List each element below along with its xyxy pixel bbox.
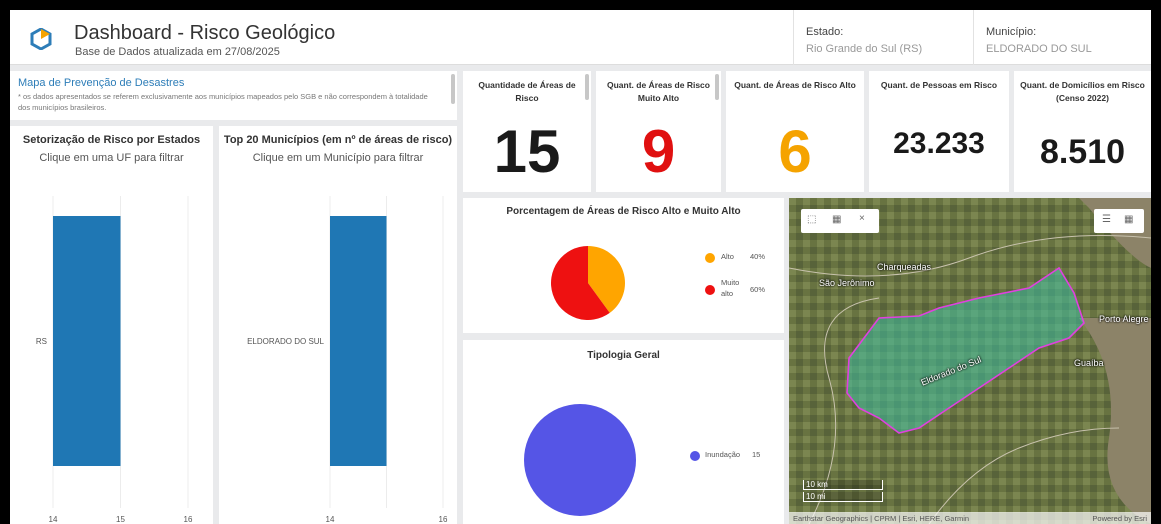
attribution-text: Earthstar Geographics | CPRM | Esri, HER… <box>793 514 970 523</box>
scrollbar[interactable] <box>451 74 455 104</box>
tick-label: 16 <box>184 515 193 524</box>
dashboard-frame: Dashboard - Risco Geológico Base de Dado… <box>10 10 1151 524</box>
page-subtitle: Base de Dados atualizada em 27/08/2025 <box>75 46 280 58</box>
municipios-chart-card: Top 20 Municípios (em nº de áreas de ris… <box>219 126 457 524</box>
kpi-households: Quant. de Domicílios em Risco (Censo 202… <box>1014 71 1151 192</box>
kpi-total-areas: Quantidade de Áreas de Risco 15 <box>463 71 591 192</box>
typology-pie-card: Tipologia Geral Inundação 15 <box>463 340 784 524</box>
bar[interactable] <box>53 216 121 466</box>
legend-swatch-muito-alto <box>705 285 715 295</box>
legend-label-alto: Alto <box>721 252 734 261</box>
states-chart-card: Setorização de Risco por Estados Clique … <box>10 126 213 524</box>
risk-map[interactable]: ⬚ ▦ × ☰ ▦ Charqueadas São Jerônimo Porto… <box>789 198 1151 524</box>
map-label: Charqueadas <box>877 262 932 272</box>
kpi-people: Quant. de Pessoas em Risco 23.233 <box>869 71 1009 192</box>
bar[interactable] <box>330 216 387 466</box>
powered-by[interactable]: Powered by Esri <box>1092 514 1147 523</box>
kpi-value: 6 <box>778 118 812 185</box>
legend-value-inundacao: 15 <box>752 450 761 459</box>
info-panel: Mapa de Prevenção de Desastres * os dado… <box>10 71 457 120</box>
municipios-bar-chart[interactable]: ELDORADO DO SUL 14 16 <box>219 126 457 524</box>
municipio-label: Município: <box>986 26 1037 38</box>
states-bar-chart[interactable]: RS 14 15 16 <box>10 126 213 524</box>
basemap-icon[interactable]: ▦ <box>1124 214 1133 225</box>
category-label: ELDORADO DO SUL <box>247 337 324 346</box>
typology-pie-chart[interactable] <box>463 340 784 524</box>
kpi-high: Quant. de Áreas de Risco Alto 6 <box>726 71 864 192</box>
map-label: Porto Alegre <box>1099 314 1149 324</box>
category-label: RS <box>36 337 47 346</box>
kpi-value: 15 <box>493 118 561 185</box>
legend-swatch-inundacao <box>690 451 700 461</box>
pie-slice-inundação[interactable] <box>524 404 636 516</box>
kpi-very-high: Quant. de Áreas de Risco Muito Alto 9 <box>596 71 721 192</box>
legend-icon[interactable]: ☰ <box>1102 214 1111 225</box>
state-selector[interactable]: Estado: Rio Grande do Sul (RS) <box>793 10 968 65</box>
kpi-label: Quant. de Domicílios em Risco (Censo 202… <box>1020 80 1145 103</box>
map-toolbar-right: ☰ ▦ <box>1094 209 1144 233</box>
kpi-label: Quant. de Áreas de Risco Muito Alto <box>607 80 710 103</box>
map-scale: 10 km 10 mi <box>803 480 883 504</box>
scrollbar[interactable] <box>715 74 719 100</box>
tick-label: 14 <box>49 515 58 524</box>
map-toolbar-left: ⬚ ▦ × <box>801 209 879 233</box>
scale-km: 10 km <box>803 480 883 490</box>
scrollbar[interactable] <box>585 74 589 100</box>
kpi-label: Quant. de Áreas de Risco Alto <box>734 80 856 90</box>
kpi-value: 9 <box>641 118 676 185</box>
disaster-map-link[interactable]: Mapa de Prevenção de Desastres <box>18 77 184 89</box>
legend-value-alto: 40% <box>750 252 766 261</box>
kpi-label: Quantidade de Áreas de Risco <box>478 80 576 103</box>
kpi-value: 8.510 <box>1039 133 1126 171</box>
kpi-value: 23.233 <box>893 127 985 160</box>
risk-pie-card: Porcentagem de Áreas de Risco Alto e Mui… <box>463 198 784 333</box>
legend-label-inundacao: Inundação <box>705 450 741 459</box>
tick-label: 14 <box>326 515 335 524</box>
logo-icon <box>30 28 52 50</box>
state-value: Rio Grande do Sul (RS) <box>806 43 923 55</box>
tick-label: 15 <box>116 515 125 524</box>
legend-label-muito-alto: Muito alto <box>721 278 740 298</box>
legend-value-muito-alto: 60% <box>750 285 766 294</box>
close-icon[interactable]: × <box>859 213 865 224</box>
municipio-selector[interactable]: Município: ELDORADO DO SUL <box>973 10 1151 65</box>
tick-label: 16 <box>439 515 448 524</box>
scale-mi: 10 mi <box>803 492 883 502</box>
kpi-label: Quant. de Pessoas em Risco <box>880 80 998 90</box>
info-note: * os dados apresentados se referem exclu… <box>18 92 428 112</box>
risk-pie-chart[interactable] <box>463 198 784 333</box>
map-attribution: Earthstar Geographics | CPRM | Esri, HER… <box>789 512 1151 524</box>
legend-swatch-alto <box>705 253 715 263</box>
municipio-value: ELDORADO DO SUL <box>986 43 1092 55</box>
page-title: Dashboard - Risco Geológico <box>74 22 336 44</box>
state-label: Estado: <box>806 26 844 38</box>
header-bar: Dashboard - Risco Geológico Base de Dado… <box>10 10 1151 65</box>
map-label: São Jerônimo <box>819 278 875 288</box>
table-icon[interactable]: ▦ <box>832 214 841 225</box>
map-label: Guaíba <box>1074 358 1104 368</box>
select-icon[interactable]: ⬚ <box>807 214 816 225</box>
